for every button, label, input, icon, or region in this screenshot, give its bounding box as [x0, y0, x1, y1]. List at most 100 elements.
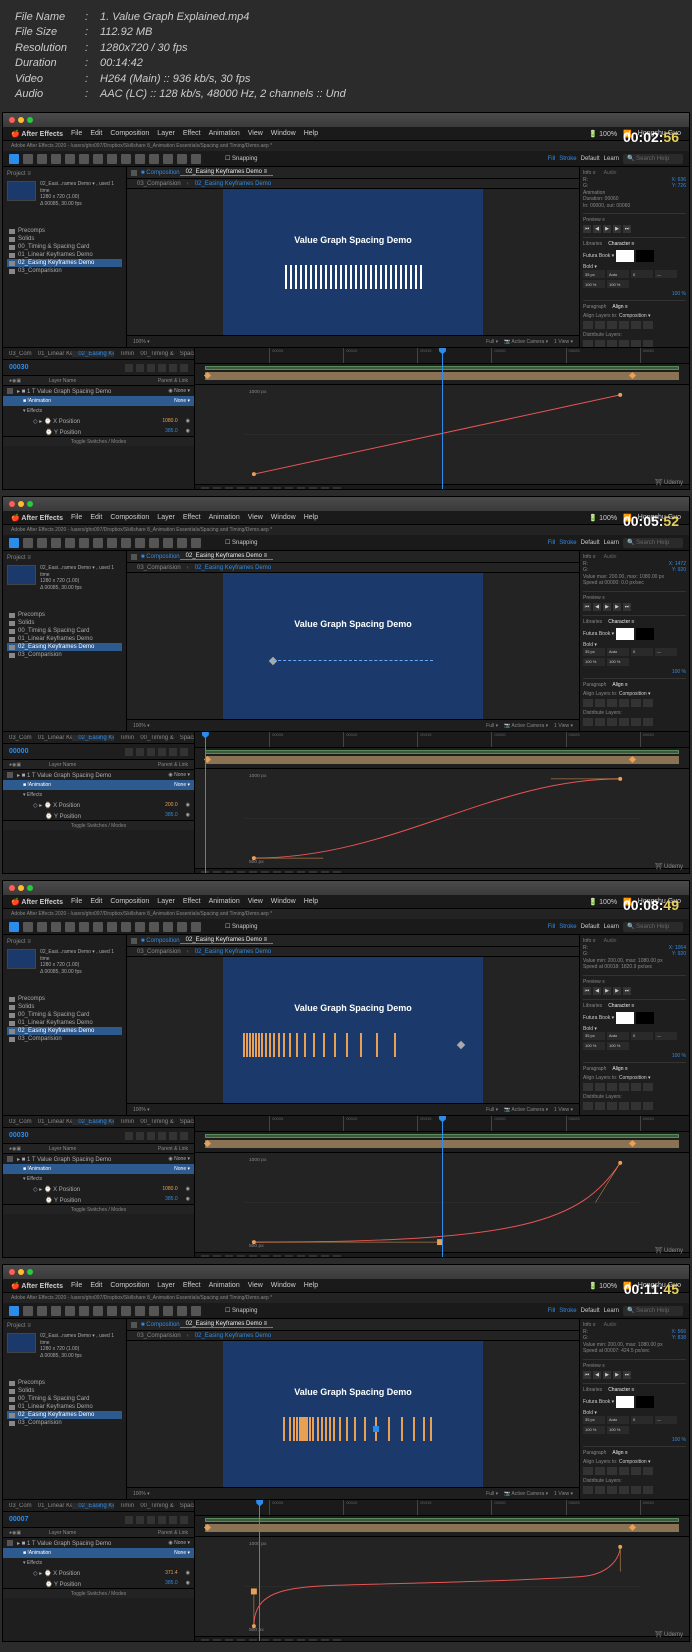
zoom-tool[interactable] [37, 154, 47, 164]
last-frame-button[interactable]: ⏭ [623, 987, 631, 995]
play-button[interactable]: ▶ [603, 1371, 611, 1379]
distribute-button-1[interactable] [595, 1102, 605, 1110]
layer-effects-row[interactable]: ▾ Effects [3, 1558, 194, 1568]
menu-view[interactable]: View [248, 898, 263, 905]
minimize-window-button[interactable] [18, 885, 24, 891]
comp-tab-active[interactable]: 02_Easing Keyframes Demo ≡ [180, 1321, 274, 1328]
menu-effect[interactable]: Effect [183, 1282, 201, 1289]
graph-tool-11[interactable] [333, 1255, 341, 1259]
view-count[interactable]: 1 View ▾ [554, 723, 573, 729]
graph-editor[interactable]: 1000 px 500 px [195, 768, 689, 868]
camera-dropdown[interactable]: 📷 Active Camera ▾ [504, 1491, 548, 1497]
graph-tool-9[interactable] [309, 487, 317, 491]
resolution-dropdown[interactable]: Full ▾ [486, 723, 498, 729]
playhead[interactable] [442, 1116, 443, 1258]
layer-duration-bar[interactable] [205, 756, 679, 764]
zoom-tool[interactable] [37, 1306, 47, 1316]
align-button-5[interactable] [643, 1083, 653, 1091]
tl-search-icon[interactable] [125, 748, 133, 756]
visibility-icon[interactable] [7, 1156, 13, 1162]
tl-shy-icon[interactable] [147, 1132, 155, 1140]
timeline-tab[interactable]: Spacing [174, 735, 194, 741]
comp-breadcrumb[interactable]: 03_Comparision [131, 565, 187, 571]
pan-behind-tool[interactable] [79, 538, 89, 548]
graph-tool-4[interactable] [249, 487, 257, 491]
tl-fx-icon[interactable] [158, 748, 166, 756]
project-folder-item[interactable]: Solids [7, 235, 122, 243]
timeline-tab[interactable]: 03_Comparision [3, 735, 32, 741]
char-control-4[interactable]: 100 % [583, 658, 605, 666]
tl-graph-icon[interactable] [180, 1516, 188, 1524]
tl-fx-icon[interactable] [158, 364, 166, 372]
align-button-1[interactable] [595, 1083, 605, 1091]
distribute-button-3[interactable] [619, 718, 629, 726]
camera-tool[interactable] [65, 154, 75, 164]
zoom-level[interactable]: 100% ▾ [133, 723, 150, 729]
rotation-tool[interactable] [51, 538, 61, 548]
roto-tool[interactable] [177, 538, 187, 548]
shape-tool[interactable] [93, 154, 103, 164]
composition-viewer[interactable]: Value Graph Spacing Demo [127, 957, 579, 1103]
pen-tool[interactable] [107, 154, 117, 164]
maximize-window-button[interactable] [27, 1269, 33, 1275]
value-graph[interactable]: 1000 px 500 px [195, 769, 689, 868]
tl-graph-icon[interactable] [180, 364, 188, 372]
brush-tool[interactable] [135, 154, 145, 164]
project-folder-item[interactable]: Precomps [7, 995, 122, 1003]
shape-tool[interactable] [93, 1306, 103, 1316]
camera-tool[interactable] [65, 538, 75, 548]
graph-tool-6[interactable] [273, 1639, 281, 1643]
workspace-default[interactable]: Default [581, 540, 600, 546]
char-control-5[interactable]: 100 % [607, 1426, 629, 1434]
distribute-button-0[interactable] [583, 1102, 593, 1110]
pan-behind-tool[interactable] [79, 922, 89, 932]
maximize-window-button[interactable] [27, 885, 33, 891]
timeline-tab[interactable]: 00_Timing & Spacing Card [134, 351, 173, 357]
fill-label[interactable]: Fill [548, 1308, 556, 1314]
playhead[interactable] [205, 732, 206, 874]
x-position-value[interactable]: 200.0 [165, 802, 178, 808]
snapping-toggle[interactable]: ☐ Snapping [225, 1307, 257, 1314]
timeline-tab[interactable]: 03_Comparision [3, 1503, 32, 1509]
graph-tool-10[interactable] [321, 871, 329, 875]
project-folder-item[interactable]: 01_Linear Keyframes Demo [7, 251, 122, 259]
layer-duration-bar[interactable] [205, 1524, 679, 1532]
graph-tool-9[interactable] [309, 1255, 317, 1259]
play-button[interactable]: ▶ [603, 603, 611, 611]
distribute-button-5[interactable] [643, 1102, 653, 1110]
zoom-level[interactable]: 100% ▾ [133, 339, 150, 345]
character-tab[interactable]: Character ≡ [608, 1003, 634, 1009]
current-timecode[interactable]: 00007 [9, 1516, 28, 1523]
char-control-3[interactable]: — [655, 1032, 677, 1040]
menu-composition[interactable]: Composition [110, 1282, 149, 1289]
stroke-color-swatch[interactable] [636, 628, 654, 640]
x-position-row[interactable]: ◇ ▸ ⌚ X Position1080.0◉ [3, 416, 194, 426]
align-button-2[interactable] [607, 321, 617, 329]
layer-animation-row[interactable]: ■ !AnimationNone ▾ [3, 1548, 194, 1558]
y-position-value[interactable]: 385.0 [165, 812, 178, 818]
minimize-window-button[interactable] [18, 501, 24, 507]
layer-animation-row[interactable]: ■ !AnimationNone ▾ [3, 780, 194, 790]
comp-breadcrumb-current[interactable]: 02_Easing Keyframes Demo [189, 949, 277, 955]
hand-tool[interactable] [23, 1306, 33, 1316]
char-control-0[interactable]: 35 px [583, 1416, 605, 1424]
layer-row-main[interactable]: ▸ ■ 1 T Value Graph Spacing Demo◉ None ▾ [3, 770, 194, 780]
tl-mb-icon[interactable] [169, 364, 177, 372]
x-position-value[interactable]: 1080.0 [162, 1186, 177, 1192]
align-button-2[interactable] [607, 1083, 617, 1091]
tl-fx-icon[interactable] [158, 1516, 166, 1524]
current-timecode[interactable]: 00030 [9, 1132, 28, 1139]
next-frame-button[interactable]: ▶ [613, 987, 621, 995]
tl-mb-icon[interactable] [169, 1132, 177, 1140]
audio-tab[interactable]: Audio [604, 170, 617, 177]
graph-tool-7[interactable] [285, 1639, 293, 1643]
clone-tool[interactable] [149, 1306, 159, 1316]
align-tab[interactable]: Align ≡ [612, 1450, 627, 1456]
char-control-2[interactable]: 0 [631, 1032, 653, 1040]
char-control-5[interactable]: 100 % [607, 280, 629, 288]
stroke-label[interactable]: Stroke [559, 1308, 576, 1314]
y-position-value[interactable]: 385.0 [165, 1580, 178, 1586]
project-folder-item[interactable]: 02_Easing Keyframes Demo [7, 1411, 122, 1419]
menu-window[interactable]: Window [271, 898, 296, 905]
play-button[interactable]: ▶ [603, 225, 611, 233]
